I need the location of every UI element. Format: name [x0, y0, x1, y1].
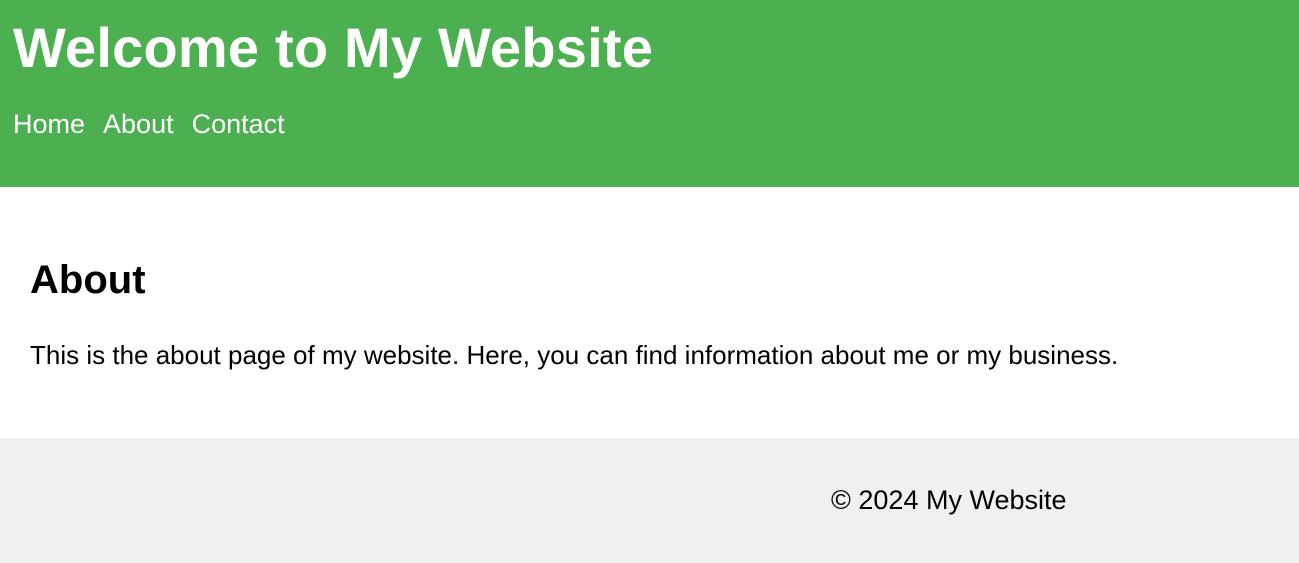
nav-link-contact[interactable]: Contact: [192, 107, 285, 141]
page-heading: About: [30, 258, 146, 302]
main-nav: Home About Contact: [13, 107, 1286, 141]
nav-link-home[interactable]: Home: [13, 107, 85, 141]
about-paragraph: This is the about page of my website. He…: [30, 340, 1119, 370]
site-header: Welcome to My Website Home About Contact: [0, 0, 1299, 187]
footer-copyright: © 2024 My Website: [831, 485, 1067, 515]
site-title: Welcome to My Website: [13, 16, 654, 79]
main-content: About This is the about page of my websi…: [0, 187, 1299, 438]
nav-link-about[interactable]: About: [103, 107, 174, 141]
site-footer: © 2024 My Website: [0, 438, 1299, 563]
